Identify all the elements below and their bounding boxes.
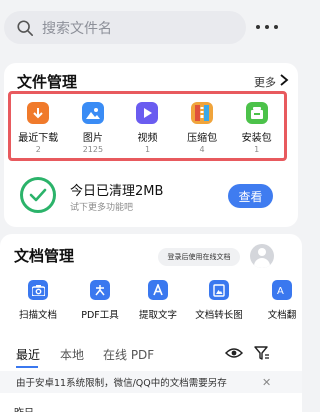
search-row: 搜索文件名	[0, 0, 302, 56]
long-image-icon	[209, 280, 229, 300]
doc-management-section: 文档管理 登录后使用在线文档 扫描文档 PDF工具 提取文字 文档转长图 A 文…	[0, 234, 302, 412]
view-button[interactable]: 查看	[228, 184, 273, 208]
image-icon	[81, 102, 104, 124]
more-menu-icon[interactable]	[256, 18, 278, 36]
camera-icon	[28, 280, 48, 300]
check-circle-icon	[20, 177, 56, 213]
category-count: 1	[144, 145, 151, 154]
cleanup-subtitle: 试下更多功能吧	[70, 203, 134, 213]
category-label: 安装包	[241, 133, 272, 144]
svg-text:A: A	[277, 286, 284, 296]
doc-tools: 扫描文档 PDF工具 提取文字 文档转长图 A 文档翻	[0, 280, 302, 326]
video-play-icon	[136, 102, 159, 124]
login-online-docs-button[interactable]: 登录后使用在线文档	[158, 248, 240, 266]
tool-label: 扫描文档	[18, 310, 57, 321]
text-extract-icon	[148, 280, 168, 300]
search-placeholder: 搜索文件名	[42, 20, 112, 37]
doc-tabs: 最近 本地 在线 PDF	[0, 343, 302, 368]
category-packages[interactable]: 安装包 1	[229, 94, 284, 158]
translate-icon: A	[272, 280, 292, 300]
category-label: 图片	[82, 133, 103, 144]
more-link[interactable]: 更多	[254, 74, 276, 90]
tool-label: 文档翻	[267, 310, 297, 321]
file-management-title: 文件管理	[17, 73, 78, 91]
tool-label: 文档转长图	[195, 310, 243, 321]
tool-translate[interactable]: A 文档翻	[252, 280, 312, 321]
category-archives[interactable]: 压缩包 4	[175, 94, 230, 158]
cleanup-title: 今日已清理2MB	[70, 184, 164, 199]
search-input[interactable]: 搜索文件名	[4, 11, 246, 44]
archive-icon	[191, 102, 214, 124]
eye-icon[interactable]	[225, 347, 243, 359]
notice-text: 由于安卓11系统限制，微信/QQ中的文档需要另存	[16, 378, 227, 389]
category-images[interactable]: 图片 2125	[66, 94, 121, 158]
section-date-label: 昨日	[14, 404, 34, 412]
doc-management-title: 文档管理	[14, 247, 75, 265]
category-recent-downloads[interactable]: 最近下载 2	[11, 94, 66, 158]
tab-active-indicator	[16, 366, 38, 368]
category-label: 压缩包	[187, 133, 218, 144]
filter-icon[interactable]	[254, 346, 270, 360]
cleanup-row: 今日已清理2MB 试下更多功能吧 查看	[4, 163, 298, 225]
category-label: 最近下载	[18, 133, 59, 144]
tool-label: PDF工具	[81, 310, 119, 321]
tool-scan[interactable]: 扫描文档	[8, 280, 68, 321]
tool-pdf[interactable]: PDF工具	[70, 280, 130, 321]
category-count: 2125	[82, 145, 104, 154]
notice-banner: 由于安卓11系统限制，微信/QQ中的文档需要另存 ✕	[0, 371, 302, 393]
search-icon	[17, 19, 34, 36]
tab-recent[interactable]: 最近	[16, 346, 40, 363]
category-count: 4	[199, 145, 205, 154]
download-icon	[27, 102, 50, 124]
pdf-icon	[90, 280, 110, 300]
file-categories: 最近下载 2 图片 2125 视频 1 压缩包 4 安装包 1	[8, 91, 287, 161]
tab-online[interactable]: 在线 PDF	[103, 346, 154, 363]
category-label: 视频	[137, 133, 158, 144]
tool-extract-text[interactable]: 提取文字	[128, 280, 188, 321]
category-count: 1	[254, 145, 260, 154]
close-icon[interactable]: ✕	[262, 376, 271, 389]
chevron-right-icon[interactable]	[278, 73, 290, 87]
tab-local[interactable]: 本地	[60, 346, 84, 363]
tool-label: 提取文字	[138, 310, 177, 321]
category-videos[interactable]: 视频 1	[120, 94, 175, 158]
category-count: 2	[35, 145, 41, 154]
avatar[interactable]	[250, 244, 274, 268]
tool-long-image[interactable]: 文档转长图	[189, 280, 249, 321]
package-icon	[245, 102, 268, 124]
